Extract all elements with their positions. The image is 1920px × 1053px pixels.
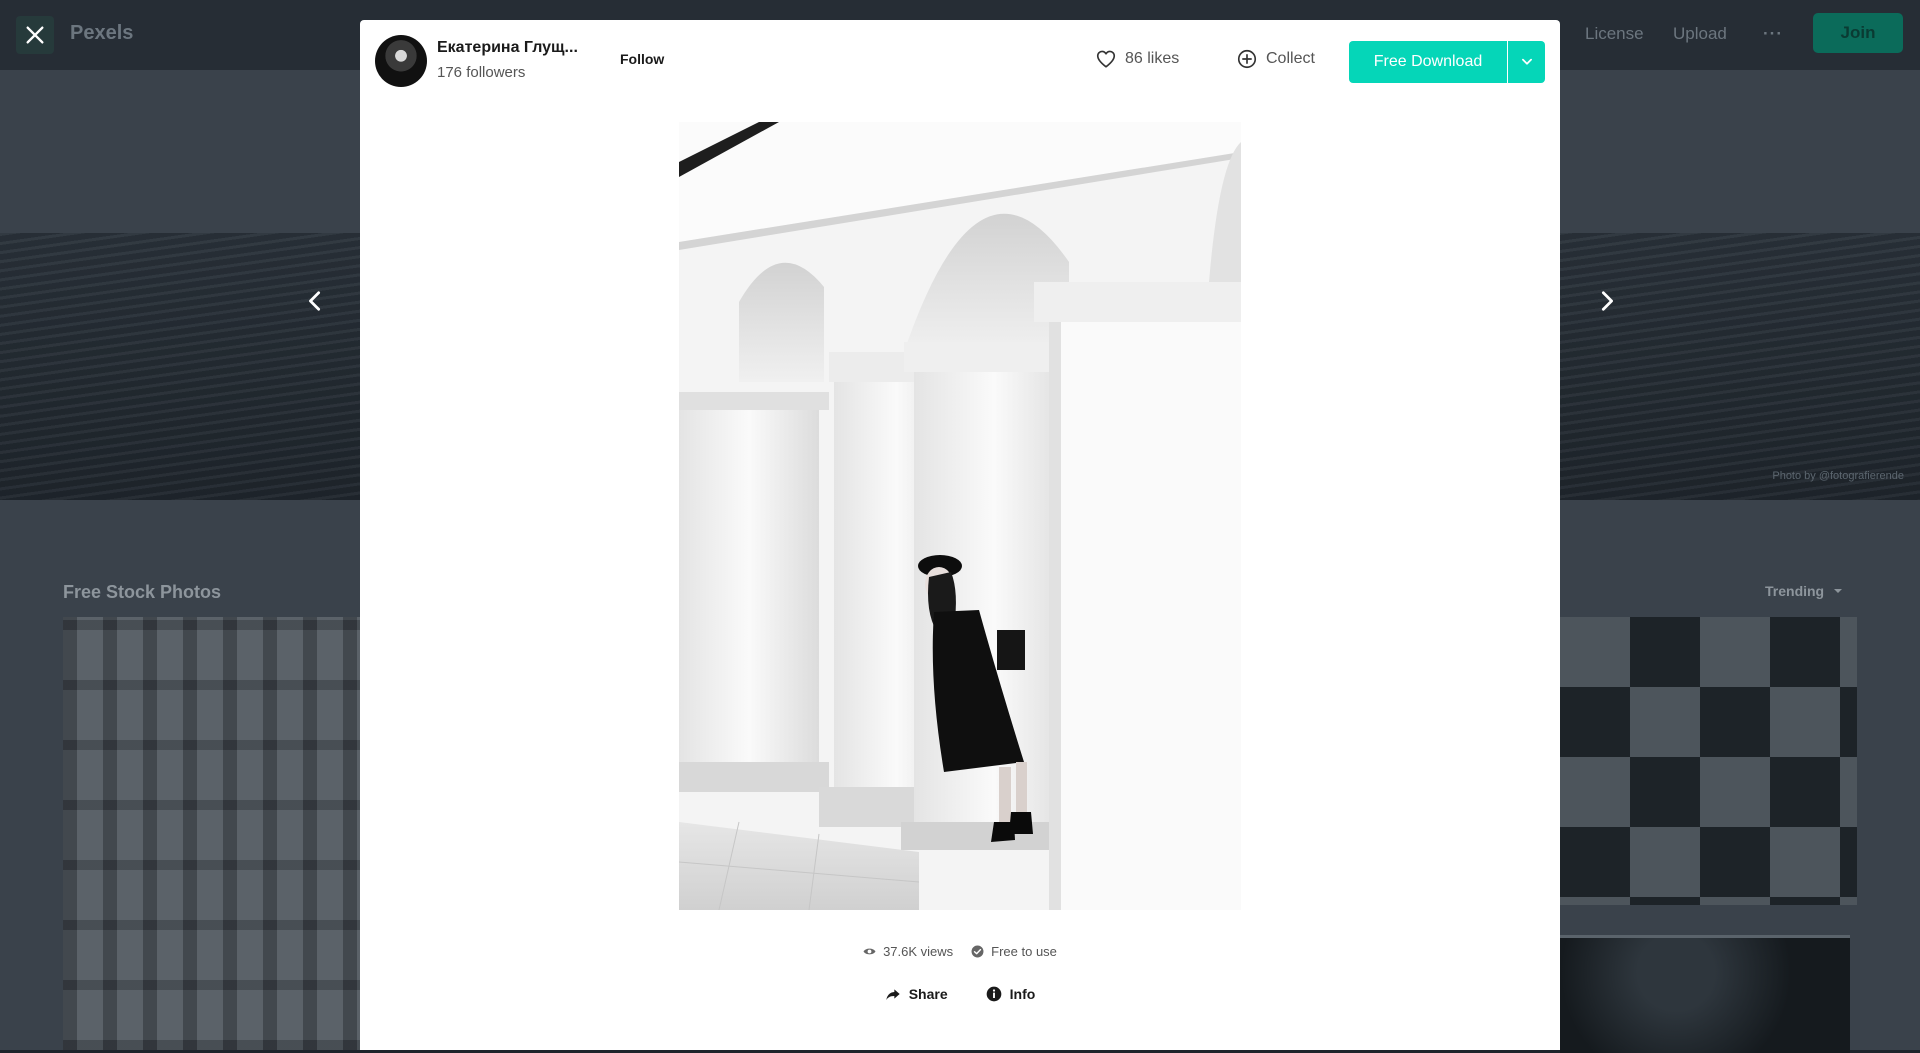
sort-dropdown: Trending — [1765, 583, 1843, 599]
gallery-photo — [1560, 617, 1857, 905]
close-button[interactable] — [16, 16, 54, 54]
chevron-down-icon — [1521, 58, 1532, 65]
info-button[interactable]: Info — [986, 986, 1036, 1002]
license-label: Free to use — [991, 944, 1057, 959]
info-label: Info — [1009, 986, 1036, 1002]
share-icon — [886, 989, 900, 1000]
author-followers: 176 followers — [437, 64, 526, 81]
likes-count: 86 likes — [1125, 50, 1180, 67]
chevron-left-icon — [309, 291, 321, 311]
chevron-right-icon — [1601, 291, 1613, 311]
views-count: 37.6K views — [883, 944, 954, 959]
photo-modal: Екатерина Глущ... 176 followers Follow 8… — [360, 20, 1560, 1050]
share-label: Share — [908, 986, 948, 1002]
share-button[interactable]: Share — [885, 986, 948, 1002]
download-options-button[interactable] — [1508, 41, 1545, 83]
section-title: Free Stock Photos — [63, 582, 222, 602]
avatar[interactable] — [375, 35, 427, 87]
pexels-logo: Pexels — [70, 22, 134, 44]
join-button: Join — [1813, 13, 1903, 53]
author-name[interactable]: Екатерина Глущ... — [437, 39, 578, 57]
gallery-photo — [1560, 935, 1850, 1053]
eye-icon — [863, 948, 876, 955]
photo-illustration — [679, 122, 1241, 910]
like-button[interactable]: 86 likes — [1095, 48, 1179, 70]
gallery-photo — [63, 617, 363, 1050]
views-stat: 37.6K views — [863, 944, 953, 959]
follow-button[interactable]: Follow — [620, 51, 664, 67]
modal-header: Екатерина Глущ... 176 followers Follow 8… — [360, 20, 1560, 120]
close-icon — [26, 26, 44, 44]
hero-credit: Photo by @fotografierende — [1772, 470, 1904, 482]
main-photo[interactable] — [679, 122, 1241, 910]
nav-more: ··· — [1763, 24, 1783, 43]
collect-label: Collect — [1266, 50, 1315, 67]
info-icon — [986, 986, 1001, 1002]
free-download-button[interactable]: Free Download — [1349, 41, 1507, 83]
heart-icon — [1096, 50, 1116, 68]
plus-circle-icon — [1237, 49, 1257, 69]
check-circle-icon — [971, 945, 984, 958]
nav-license: License — [1585, 24, 1644, 43]
photo-stats: 37.6K views Free to use — [360, 944, 1560, 959]
next-photo-button[interactable] — [1592, 286, 1622, 316]
license-stat[interactable]: Free to use — [971, 944, 1057, 959]
photo-actions: Share Info — [360, 986, 1560, 1002]
nav-upload: Upload — [1673, 24, 1727, 43]
collect-button[interactable]: Collect — [1236, 48, 1315, 70]
previous-photo-button[interactable] — [300, 286, 330, 316]
